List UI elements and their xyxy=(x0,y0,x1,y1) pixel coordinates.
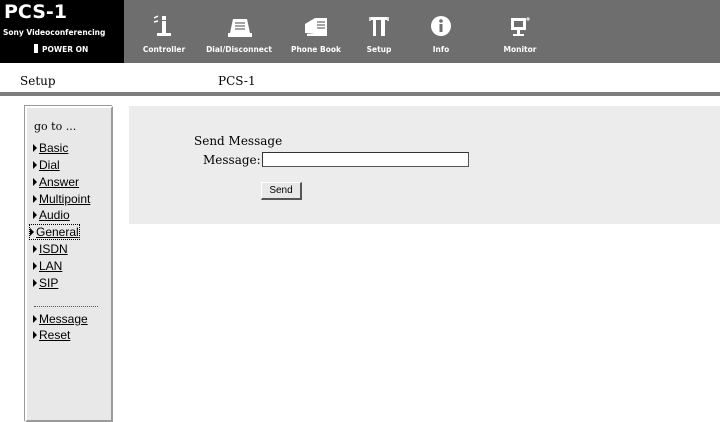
phone-book-icon xyxy=(305,18,327,36)
toolbar-label: Monitor xyxy=(503,45,537,54)
sidebar-item-label: Answer xyxy=(39,175,80,189)
top-banner: PCS-1 Sony Videoconferencing POWER ON Co… xyxy=(0,0,720,63)
arrow-right-icon xyxy=(30,228,34,236)
sidebar-item-sip[interactable]: SIP xyxy=(33,276,58,290)
toolbar-label: Setup xyxy=(366,45,392,54)
sidebar-item-label: Audio xyxy=(39,208,70,222)
arrow-right-icon xyxy=(33,178,37,186)
sidebar-item-isdn[interactable]: ISDN xyxy=(33,242,68,256)
toolbar-setup-button[interactable]: Setup xyxy=(354,0,404,63)
brand-subtitle: Sony Videoconferencing xyxy=(3,28,106,37)
arrow-right-icon xyxy=(33,279,37,287)
monitor-icon xyxy=(511,17,530,36)
toolbar-label: Controller xyxy=(142,45,186,54)
power-led-icon xyxy=(34,44,38,53)
dial-disconnect-icon xyxy=(228,19,252,37)
setup-icon xyxy=(369,17,389,36)
device-name: PCS-1 xyxy=(218,74,256,88)
sidebar-item-label: Message xyxy=(39,312,88,326)
sidebar-item-audio[interactable]: Audio xyxy=(33,208,70,222)
message-input[interactable] xyxy=(262,152,469,167)
sidebar-item-multipoint[interactable]: Multipoint xyxy=(33,192,90,206)
toolbar-dial-disconnect-button[interactable]: Dial/Disconnect xyxy=(200,0,278,63)
message-label: Message: xyxy=(203,153,261,167)
brand-block: PCS-1 Sony Videoconferencing POWER ON xyxy=(0,0,124,63)
power-status-label: POWER ON xyxy=(42,45,89,54)
arrow-right-icon xyxy=(33,195,37,203)
sidebar: go to ... Basic Dial Answer Multipoint A… xyxy=(25,106,113,422)
arrow-right-icon xyxy=(33,211,37,219)
sidebar-item-general[interactable]: General xyxy=(29,224,80,240)
sidebar-item-label: Basic xyxy=(39,141,69,155)
toolbar-label: Phone Book xyxy=(290,45,342,54)
toolbar-info-button[interactable]: Info xyxy=(420,0,462,63)
form-title: Send Message xyxy=(194,134,283,148)
sidebar-item-lan[interactable]: LAN xyxy=(33,259,62,273)
arrow-right-icon xyxy=(33,262,37,270)
toolbar-controller-button[interactable]: Controller xyxy=(133,0,195,63)
sidebar-item-label: LAN xyxy=(39,259,63,273)
sidebar-item-basic[interactable]: Basic xyxy=(33,141,68,155)
arrow-right-icon xyxy=(33,144,37,152)
arrow-right-icon xyxy=(33,161,37,169)
toolbar-monitor-button[interactable]: Monitor xyxy=(492,0,548,63)
page-title: Setup xyxy=(20,74,56,88)
sidebar-item-dial[interactable]: Dial xyxy=(33,158,60,172)
toolbar-label: Info xyxy=(432,45,450,54)
arrow-right-icon xyxy=(33,315,37,323)
sidebar-item-answer[interactable]: Answer xyxy=(33,175,79,189)
sidebar-item-label: General xyxy=(36,225,79,239)
arrow-right-icon xyxy=(33,245,37,253)
send-message-panel: Send Message Message: Send xyxy=(129,106,720,224)
info-icon xyxy=(431,16,451,36)
sidebar-item-label: Multipoint xyxy=(39,192,91,206)
send-button[interactable]: Send xyxy=(261,182,302,200)
sidebar-item-reset[interactable]: Reset xyxy=(33,328,70,342)
toolbar-phone-book-button[interactable]: Phone Book xyxy=(282,0,350,63)
brand-title: PCS-1 xyxy=(4,1,68,23)
sidebar-heading: go to ... xyxy=(34,120,77,133)
toolbar-label: Dial/Disconnect xyxy=(206,45,272,54)
sidebar-item-message[interactable]: Message xyxy=(33,312,88,326)
sidebar-item-label: SIP xyxy=(39,276,59,290)
sidebar-item-label: Reset xyxy=(39,328,71,342)
power-status: POWER ON xyxy=(34,44,88,54)
controller-icon xyxy=(153,15,171,36)
sidebar-divider xyxy=(34,306,98,307)
title-divider xyxy=(0,92,720,96)
sidebar-item-label: Dial xyxy=(39,158,60,172)
sidebar-item-label: ISDN xyxy=(39,242,68,256)
arrow-right-icon xyxy=(33,331,37,339)
